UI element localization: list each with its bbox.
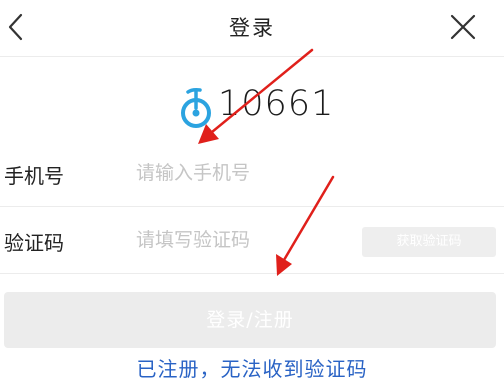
cannot-receive-code-link[interactable]: 已注册，无法收到验证码 (0, 353, 504, 382)
app-logo: 10661 (178, 84, 333, 130)
login-page: 登录 10661 手机号 验证码 获取验证码 登录/注册 已注册，无法收到验证码 (0, 0, 504, 387)
unicycle-logo-icon (181, 88, 211, 128)
code-input[interactable] (136, 225, 346, 255)
page-title: 登录 (229, 16, 275, 40)
phone-input[interactable] (136, 158, 346, 188)
logo-text: 10661 (218, 84, 335, 124)
top-navigation-bar: 登录 (0, 0, 504, 57)
phone-row: 手机号 (0, 140, 504, 207)
close-icon (450, 14, 476, 40)
code-row: 验证码 获取验证码 (0, 207, 504, 274)
close-button[interactable] (448, 12, 478, 42)
get-code-button[interactable]: 获取验证码 (362, 227, 496, 257)
login-register-button[interactable]: 登录/注册 (4, 292, 496, 348)
code-label: 验证码 (4, 231, 64, 255)
phone-label: 手机号 (4, 164, 64, 188)
